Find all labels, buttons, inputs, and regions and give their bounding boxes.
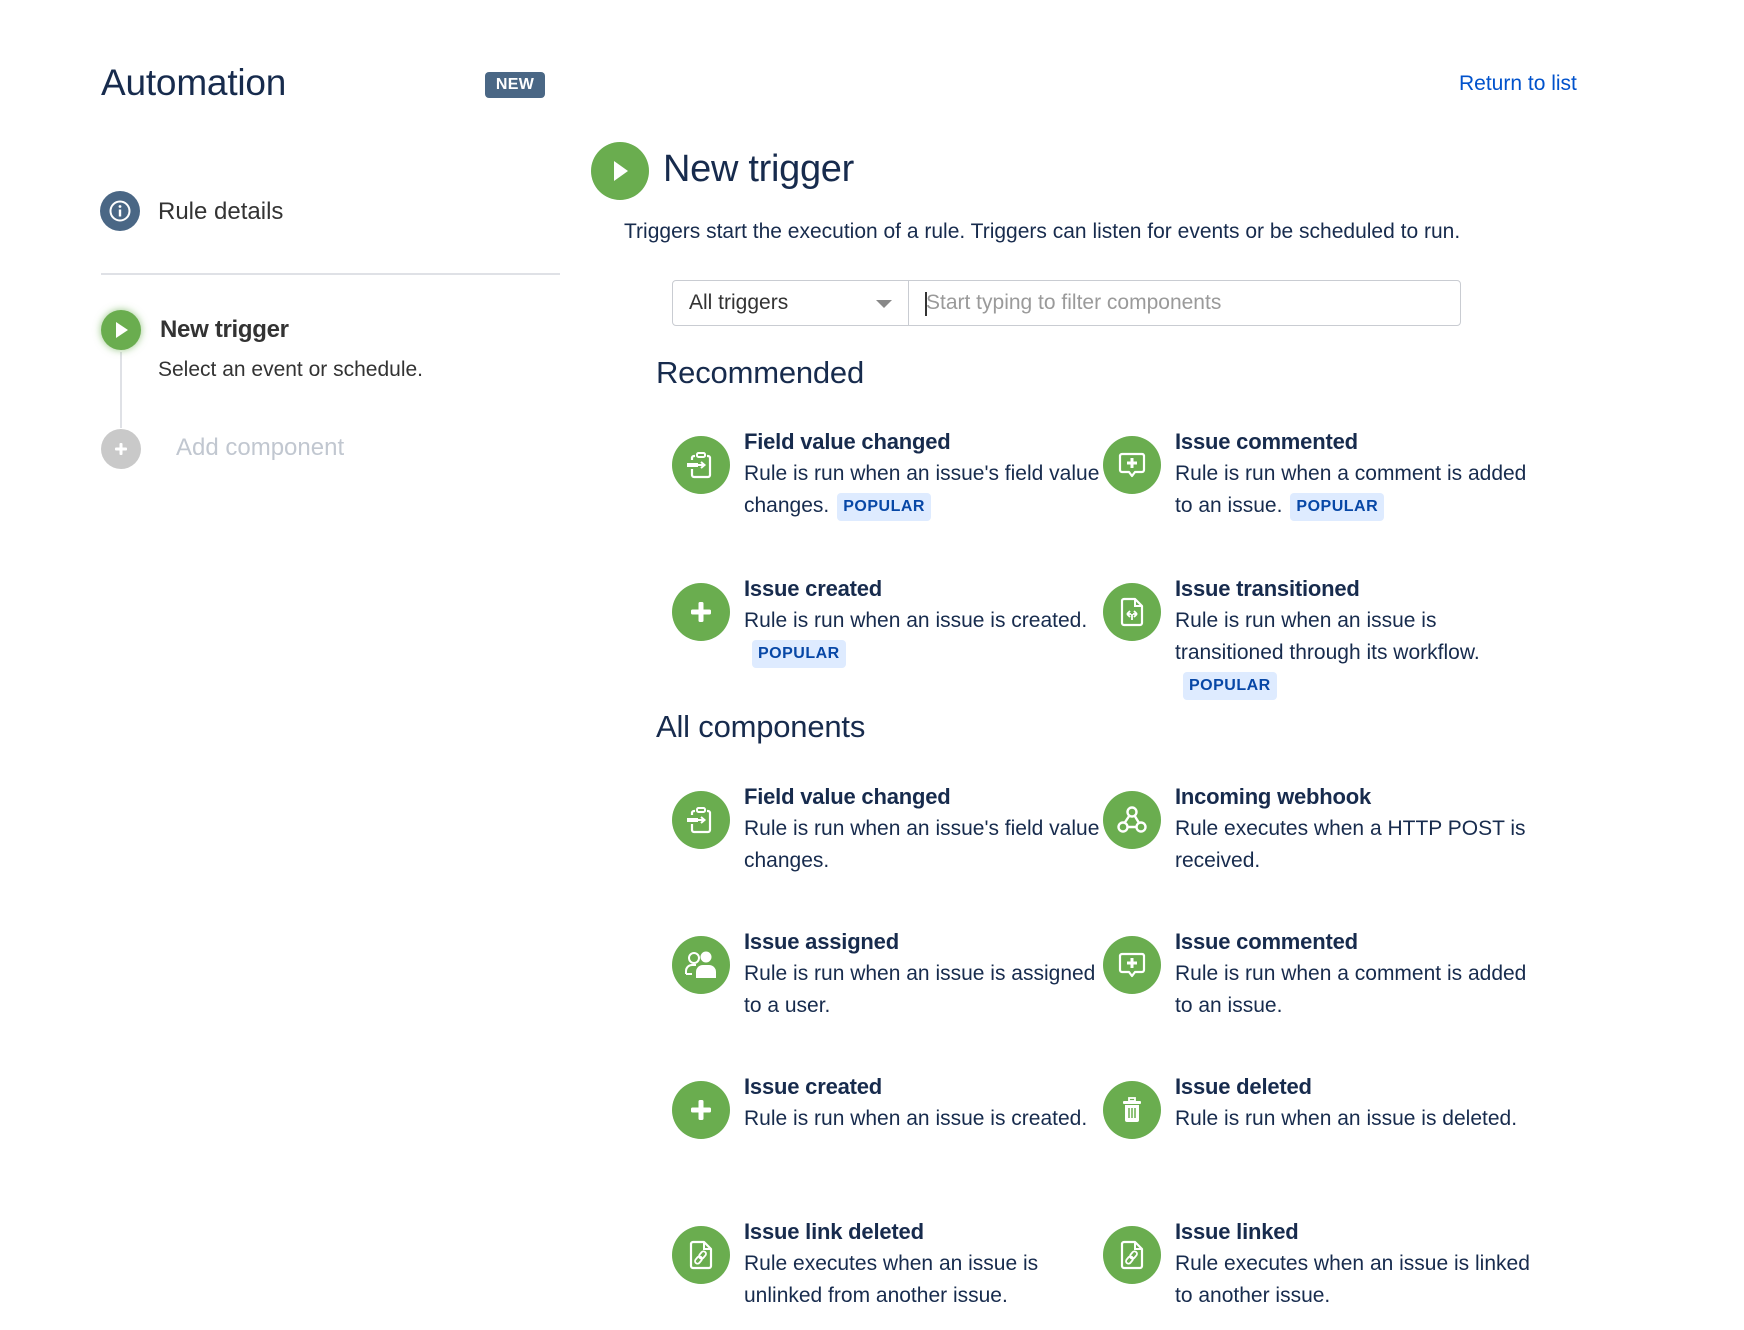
component-card-title: Field value changed xyxy=(744,784,951,809)
plus-icon xyxy=(672,583,730,641)
component-card-text: Issue deleted Rule is run when an issue i… xyxy=(1175,1071,1535,1135)
component-card-description-text: Rule executes when an issue is unlinked … xyxy=(744,1252,1039,1307)
app-title: Automation xyxy=(101,62,287,103)
section-title-recommended: Recommended xyxy=(656,355,865,390)
component-card-text: Issue linked Rule executes when an issue … xyxy=(1175,1216,1535,1312)
popular-badge: POPULAR xyxy=(1183,672,1277,700)
component-card-text: Issue created Rule is run when an issue i… xyxy=(744,573,1104,669)
component-card-description: Rule executes when an issue is linked to… xyxy=(1175,1248,1535,1312)
sidebar-step-add-component[interactable]: Add component xyxy=(176,434,344,462)
trigger-play-icon xyxy=(591,142,649,200)
component-card-description: Rule is run when a comment is added to a… xyxy=(1175,958,1535,1022)
component-card-description-text: Rule is run when an issue is assigned to… xyxy=(744,962,1096,1017)
component-card-description: Rule is run when an issue is assigned to… xyxy=(744,958,1104,1022)
trigger-type-select-value: All triggers xyxy=(689,291,789,314)
component-card-text: Issue commented Rule is run when a commen… xyxy=(1175,926,1535,1022)
component-card-title: Incoming webhook xyxy=(1175,784,1372,809)
sidebar-step-new-trigger-sublabel: Select an event or schedule. xyxy=(158,358,424,381)
info-icon xyxy=(109,200,131,222)
component-card-description: Rule is run when an issue's field value … xyxy=(744,458,1104,522)
component-card-text: Field value changed Rule is run when an i… xyxy=(744,781,1104,877)
component-card-title: Issue assigned xyxy=(744,929,899,954)
plus-icon xyxy=(672,1081,730,1139)
component-card-description-text: Rule is run when an issue is created. xyxy=(744,1107,1088,1130)
component-card-title: Issue linked xyxy=(1175,1219,1299,1244)
page-description: Triggers start the execution of a rule. … xyxy=(624,220,1461,243)
component-card-title: Issue created xyxy=(744,1074,883,1099)
return-to-list-link[interactable]: Return to list xyxy=(1459,72,1577,96)
filter-bar: All triggers xyxy=(672,280,1461,326)
component-card-title: Issue commented xyxy=(1175,429,1358,454)
component-card-text: Issue commented Rule is run when a commen… xyxy=(1175,426,1535,522)
trash-icon xyxy=(1103,1081,1161,1139)
component-card-title: Issue transitioned xyxy=(1175,576,1360,601)
filter-components-input[interactable] xyxy=(909,281,1460,325)
component-card-title: Issue created xyxy=(744,576,883,601)
component-card-title: Issue link deleted xyxy=(744,1219,924,1244)
component-card-description-text: Rule is run when an issue's field value … xyxy=(744,817,1100,872)
sidebar-step-new-trigger[interactable]: New trigger xyxy=(160,316,289,344)
component-card-text: Incoming webhook Rule executes when a HTT… xyxy=(1175,781,1535,877)
page-title: New trigger xyxy=(663,148,854,190)
component-card-description-text: Rule is run when a comment is added to a… xyxy=(1175,962,1527,1017)
component-card-title: Issue commented xyxy=(1175,929,1358,954)
component-card-description-text: Rule executes when an issue is linked to… xyxy=(1175,1252,1530,1307)
link-doc-icon xyxy=(1103,1226,1161,1284)
component-card-description: Rule executes when an issue is unlinked … xyxy=(744,1248,1104,1312)
component-card-text: Issue transitioned Rule is run when an is… xyxy=(1175,573,1535,701)
component-card-text: Issue created Rule is run when an issue i… xyxy=(744,1071,1104,1135)
component-card-description: Rule is run when a comment is added to a… xyxy=(1175,458,1535,522)
sidebar-divider xyxy=(101,273,560,275)
component-card-description-text: Rule executes when a HTTP POST is receiv… xyxy=(1175,817,1526,872)
text-cursor xyxy=(925,292,927,316)
component-card-description: Rule is run when an issue is transitione… xyxy=(1175,605,1535,701)
play-icon xyxy=(116,322,128,338)
component-card-description: Rule is run when an issue's field value … xyxy=(744,813,1104,877)
trigger-type-select[interactable]: All triggers xyxy=(673,281,909,325)
popular-badge: POPULAR xyxy=(837,493,931,521)
comment-add-icon xyxy=(1103,936,1161,994)
component-card-text: Issue assigned Rule is run when an issue … xyxy=(744,926,1104,1022)
sidebar-step-rule-details[interactable]: Rule details xyxy=(158,198,283,226)
field-change-icon xyxy=(672,436,730,494)
component-card-description: Rule is run when an issue is created. xyxy=(744,1103,1104,1135)
sidebar-step-new-trigger-icon[interactable] xyxy=(101,310,141,350)
component-card-description: Rule is run when an issue is deleted. xyxy=(1175,1103,1535,1135)
component-card-description-text: Rule is run when an issue is deleted. xyxy=(1175,1107,1518,1130)
component-card-description-text: Rule is run when an issue is created. xyxy=(744,609,1088,632)
link-doc-icon xyxy=(672,1226,730,1284)
component-card-text: Issue link deleted Rule executes when an … xyxy=(744,1216,1104,1312)
section-title-all-components: All components xyxy=(656,709,866,744)
step-connector-line xyxy=(120,352,122,428)
webhook-icon xyxy=(1103,791,1161,849)
component-card-description: Rule is run when an issue is created. POP… xyxy=(744,605,1104,669)
sidebar-step-add-component-icon[interactable] xyxy=(101,429,141,469)
plus-icon xyxy=(115,443,127,455)
user-assign-icon xyxy=(672,936,730,994)
popular-badge: POPULAR xyxy=(752,640,846,668)
sidebar-step-rule-details-icon[interactable] xyxy=(100,191,140,231)
comment-add-icon xyxy=(1103,436,1161,494)
popular-badge: POPULAR xyxy=(1290,493,1385,521)
component-card-title: Issue deleted xyxy=(1175,1074,1312,1099)
component-card-text: Field value changed Rule is run when an i… xyxy=(744,426,1104,522)
component-card-title: Field value changed xyxy=(744,429,951,454)
chevron-down-icon xyxy=(876,300,892,308)
new-badge: NEW xyxy=(485,72,545,98)
component-card-description: Rule executes when a HTTP POST is receiv… xyxy=(1175,813,1535,877)
component-card-description-text: Rule is run when an issue is transitione… xyxy=(1175,609,1480,664)
transition-icon xyxy=(1103,583,1161,641)
play-icon xyxy=(614,161,628,181)
field-change-icon xyxy=(672,791,730,849)
